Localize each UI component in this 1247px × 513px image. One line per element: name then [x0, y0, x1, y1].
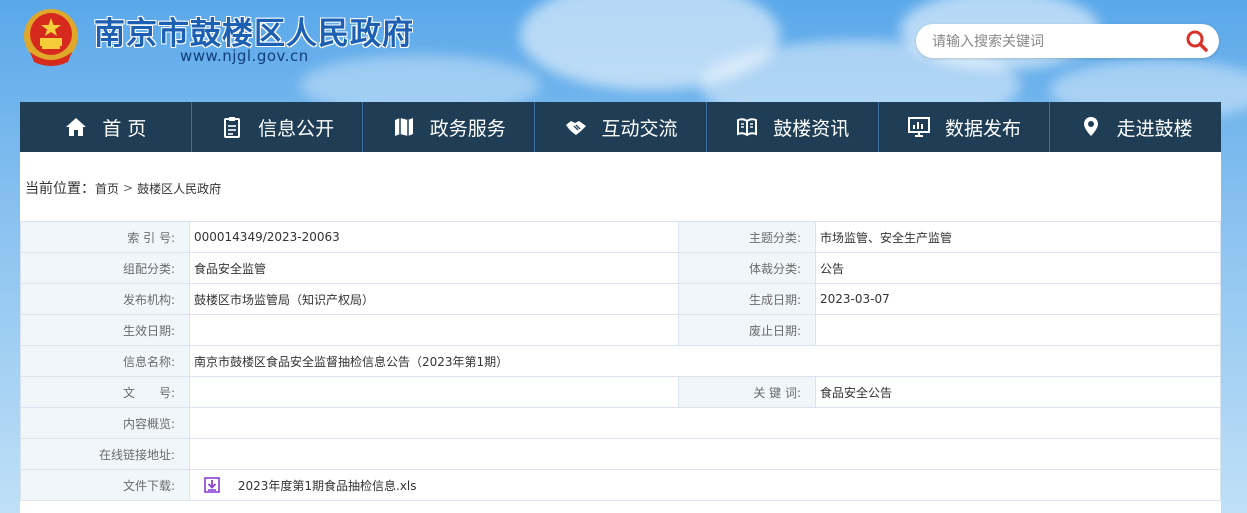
breadcrumb-label: 当前位置： — [25, 181, 95, 197]
table-row: 在线链接地址: — [20, 438, 1221, 470]
search-input[interactable] — [930, 24, 1179, 60]
created-date-label: 生成日期: — [678, 283, 816, 315]
info-name-value: 南京市鼓楼区食品安全监督抽检信息公告（2023年第1期） — [189, 345, 1221, 377]
summary-label: 内容概览: — [20, 407, 190, 439]
org-category-value: 食品安全监管 — [189, 252, 679, 284]
site-url: www.njgl.gov.cn — [180, 47, 309, 65]
org-category-label: 组配分类: — [20, 252, 190, 284]
effective-date-value — [189, 314, 679, 346]
table-row: 索 引 号: 000014349/2023-20063 主题分类: 市场监管、安… — [20, 221, 1221, 253]
nav-label: 鼓楼资讯 — [773, 117, 850, 140]
search-box — [916, 24, 1219, 60]
index-number-label: 索 引 号: — [20, 221, 190, 253]
nav-label: 数据发布 — [944, 117, 1021, 140]
table-row: 发布机构: 鼓楼区市场监管局（知识产权局） 生成日期: 2023-03-07 — [20, 283, 1221, 315]
national-emblem-logo — [22, 6, 80, 68]
breadcrumb-separator: > — [123, 181, 134, 195]
table-row: 文 号: 关 键 词: 食品安全公告 — [20, 376, 1221, 408]
nav-label: 首 页 — [102, 117, 147, 140]
table-row: 生效日期: 废止日期: — [20, 314, 1221, 346]
book-icon — [735, 115, 759, 139]
nav-item-about-gulou[interactable]: 走进鼓楼 — [1050, 102, 1221, 152]
home-icon — [64, 115, 88, 139]
file-download-cell: 2023年度第1期食品抽检信息.xls — [189, 469, 1221, 501]
publisher-label: 发布机构: — [20, 283, 190, 315]
breadcrumb-home-link[interactable]: 首页 — [95, 180, 119, 197]
index-number-value: 000014349/2023-20063 — [189, 221, 679, 253]
info-name-label: 信息名称: — [20, 345, 190, 377]
download-icon[interactable] — [204, 477, 220, 493]
content-panel: 当前位置： 首页 > 鼓楼区人民政府 索 引 号: 000014349/2023… — [20, 152, 1221, 513]
expired-date-value — [815, 314, 1221, 346]
nav-item-gulou-news[interactable]: 鼓楼资讯 — [707, 102, 879, 152]
nav-item-data-release[interactable]: 数据发布 — [879, 102, 1051, 152]
handshake-icon — [564, 115, 588, 139]
created-date-value: 2023-03-07 — [815, 283, 1221, 315]
keywords-label: 关 键 词: — [678, 376, 816, 408]
table-row: 文件下载: 2023年度第1期食品抽检信息.xls — [20, 469, 1221, 501]
nav-label: 信息公开 — [258, 117, 335, 140]
file-download-label: 文件下载: — [20, 469, 190, 501]
nav-label: 互动交流 — [601, 117, 678, 140]
main-nav: 首 页 信息公开 政务服务 互动交流 鼓楼资讯 数据发布 走进鼓楼 — [20, 102, 1221, 152]
nav-item-gov-services[interactable]: 政务服务 — [363, 102, 536, 152]
clipboard-icon — [220, 115, 244, 139]
search-icon[interactable] — [1185, 29, 1209, 53]
location-pin-icon — [1079, 115, 1103, 139]
document-meta-table: 索 引 号: 000014349/2023-20063 主题分类: 市场监管、安… — [20, 221, 1221, 501]
breadcrumb: 当前位置： 首页 > 鼓楼区人民政府 — [25, 178, 221, 198]
document-number-label: 文 号: — [20, 376, 190, 408]
breadcrumb-current-link[interactable]: 鼓楼区人民政府 — [137, 180, 221, 197]
topic-category-value: 市场监管、安全生产监管 — [815, 221, 1221, 253]
nav-item-info-disclosure[interactable]: 信息公开 — [192, 102, 364, 152]
effective-date-label: 生效日期: — [20, 314, 190, 346]
table-row: 信息名称: 南京市鼓楼区食品安全监督抽检信息公告（2023年第1期） — [20, 345, 1221, 377]
nav-item-home[interactable]: 首 页 — [20, 102, 192, 152]
monitor-chart-icon — [907, 115, 931, 139]
nav-label: 政务服务 — [429, 117, 506, 140]
nav-item-interaction[interactable]: 互动交流 — [535, 102, 707, 152]
online-link-value — [189, 438, 1221, 470]
publisher-value: 鼓楼区市场监管局（知识产权局） — [189, 283, 679, 315]
table-row: 内容概览: — [20, 407, 1221, 439]
topic-category-label: 主题分类: — [678, 221, 816, 253]
online-link-label: 在线链接地址: — [20, 438, 190, 470]
genre-category-label: 体裁分类: — [678, 252, 816, 284]
document-number-value — [189, 376, 679, 408]
genre-category-value: 公告 — [815, 252, 1221, 284]
expired-date-label: 废止日期: — [678, 314, 816, 346]
download-file-link[interactable]: 2023年度第1期食品抽检信息.xls — [238, 479, 417, 493]
keywords-value: 食品安全公告 — [815, 376, 1221, 408]
summary-value — [189, 407, 1221, 439]
table-row: 组配分类: 食品安全监管 体裁分类: 公告 — [20, 252, 1221, 284]
nav-label: 走进鼓楼 — [1116, 117, 1193, 140]
map-icon — [392, 115, 416, 139]
